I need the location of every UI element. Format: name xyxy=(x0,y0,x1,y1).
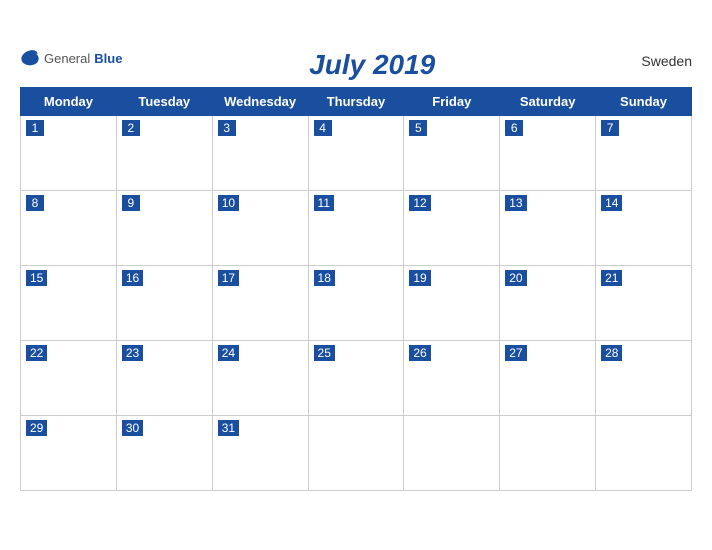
date-number-12: 12 xyxy=(409,195,430,211)
empty-cell-4-3 xyxy=(308,416,404,491)
date-cell-7: 7 xyxy=(596,116,692,191)
date-cell-3: 3 xyxy=(212,116,308,191)
date-number-5: 5 xyxy=(409,120,427,136)
date-cell-11: 11 xyxy=(308,191,404,266)
date-cell-10: 10 xyxy=(212,191,308,266)
date-cell-2: 2 xyxy=(116,116,212,191)
date-cell-5: 5 xyxy=(404,116,500,191)
date-number-19: 19 xyxy=(409,270,430,286)
date-cell-8: 8 xyxy=(21,191,117,266)
date-cell-15: 15 xyxy=(21,266,117,341)
date-cell-4: 4 xyxy=(308,116,404,191)
date-number-23: 23 xyxy=(122,345,143,361)
date-number-24: 24 xyxy=(218,345,239,361)
date-cell-31: 31 xyxy=(212,416,308,491)
date-cell-12: 12 xyxy=(404,191,500,266)
date-cell-19: 19 xyxy=(404,266,500,341)
calendar-body: 1234567891011121314151617181920212223242… xyxy=(21,116,692,491)
logo-area: General Blue xyxy=(20,49,122,67)
date-number-31: 31 xyxy=(218,420,239,436)
date-number-20: 20 xyxy=(505,270,526,286)
day-header-sunday: Sunday xyxy=(596,88,692,116)
date-number-18: 18 xyxy=(314,270,335,286)
date-cell-29: 29 xyxy=(21,416,117,491)
date-number-30: 30 xyxy=(122,420,143,436)
week-row-4: 22 23 24 25 26 27 28 xyxy=(21,341,692,416)
date-cell-24: 24 xyxy=(212,341,308,416)
date-number-26: 26 xyxy=(409,345,430,361)
date-cell-26: 26 xyxy=(404,341,500,416)
date-number-17: 17 xyxy=(218,270,239,286)
date-cell-27: 27 xyxy=(500,341,596,416)
date-number-16: 16 xyxy=(122,270,143,286)
week-row-3: 15 16 17 18 19 20 21 xyxy=(21,266,692,341)
title-area: July 2019 xyxy=(122,49,622,81)
logo-bird-icon xyxy=(20,49,40,67)
date-cell-21: 21 xyxy=(596,266,692,341)
day-header-row: Monday Tuesday Wednesday Thursday Friday… xyxy=(21,88,692,116)
day-header-tuesday: Tuesday xyxy=(116,88,212,116)
date-number-7: 7 xyxy=(601,120,619,136)
day-header-friday: Friday xyxy=(404,88,500,116)
date-number-13: 13 xyxy=(505,195,526,211)
date-number-22: 22 xyxy=(26,345,47,361)
date-number-25: 25 xyxy=(314,345,335,361)
week-row-5: 29 30 31 xyxy=(21,416,692,491)
date-number-8: 8 xyxy=(26,195,44,211)
date-cell-28: 28 xyxy=(596,341,692,416)
date-cell-13: 13 xyxy=(500,191,596,266)
date-cell-30: 30 xyxy=(116,416,212,491)
date-number-28: 28 xyxy=(601,345,622,361)
empty-cell-4-5 xyxy=(500,416,596,491)
date-cell-1: 1 xyxy=(21,116,117,191)
date-number-27: 27 xyxy=(505,345,526,361)
date-cell-22: 22 xyxy=(21,341,117,416)
logo-general-text: General xyxy=(44,51,90,66)
calendar-title: July 2019 xyxy=(309,49,435,80)
date-number-10: 10 xyxy=(218,195,239,211)
date-number-6: 6 xyxy=(505,120,523,136)
date-number-11: 11 xyxy=(314,195,334,211)
logo-blue-text: Blue xyxy=(94,51,122,66)
calendar-grid: Monday Tuesday Wednesday Thursday Friday… xyxy=(20,87,692,491)
day-header-saturday: Saturday xyxy=(500,88,596,116)
date-number-15: 15 xyxy=(26,270,47,286)
date-number-14: 14 xyxy=(601,195,622,211)
week-row-1: 1 2 3 4 5 6 7 xyxy=(21,116,692,191)
date-cell-14: 14 xyxy=(596,191,692,266)
week-row-2: 8 9 10 11 12 13 14 xyxy=(21,191,692,266)
date-cell-16: 16 xyxy=(116,266,212,341)
date-cell-23: 23 xyxy=(116,341,212,416)
day-header-wednesday: Wednesday xyxy=(212,88,308,116)
date-cell-6: 6 xyxy=(500,116,596,191)
date-number-3: 3 xyxy=(218,120,236,136)
day-header-monday: Monday xyxy=(21,88,117,116)
country-label: Sweden xyxy=(622,49,692,69)
date-cell-20: 20 xyxy=(500,266,596,341)
date-number-21: 21 xyxy=(601,270,622,286)
logo-text: General Blue xyxy=(20,49,122,67)
day-header-thursday: Thursday xyxy=(308,88,404,116)
date-number-1: 1 xyxy=(26,120,44,136)
date-cell-18: 18 xyxy=(308,266,404,341)
date-cell-9: 9 xyxy=(116,191,212,266)
date-number-2: 2 xyxy=(122,120,140,136)
empty-cell-4-6 xyxy=(596,416,692,491)
date-number-29: 29 xyxy=(26,420,47,436)
empty-cell-4-4 xyxy=(404,416,500,491)
date-number-9: 9 xyxy=(122,195,140,211)
date-number-4: 4 xyxy=(314,120,332,136)
date-cell-25: 25 xyxy=(308,341,404,416)
calendar-wrapper: General Blue July 2019 Sweden Monday Tue… xyxy=(0,39,712,511)
date-cell-17: 17 xyxy=(212,266,308,341)
calendar-header: General Blue July 2019 Sweden xyxy=(20,49,692,81)
